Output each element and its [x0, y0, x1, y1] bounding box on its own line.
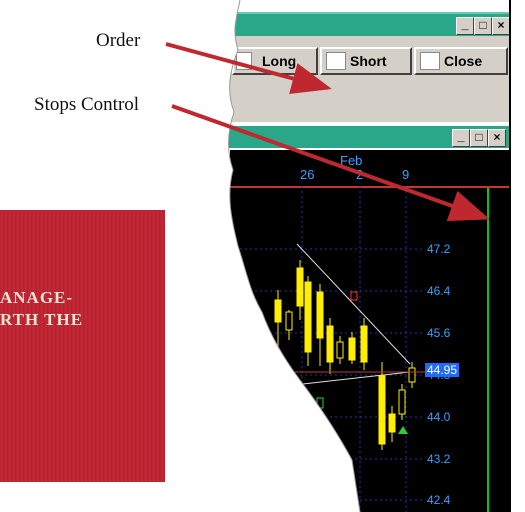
callout-arrows	[165, 42, 490, 221]
order-callout: Order	[96, 30, 141, 51]
stops-control-callout: Stops Control	[34, 94, 140, 115]
